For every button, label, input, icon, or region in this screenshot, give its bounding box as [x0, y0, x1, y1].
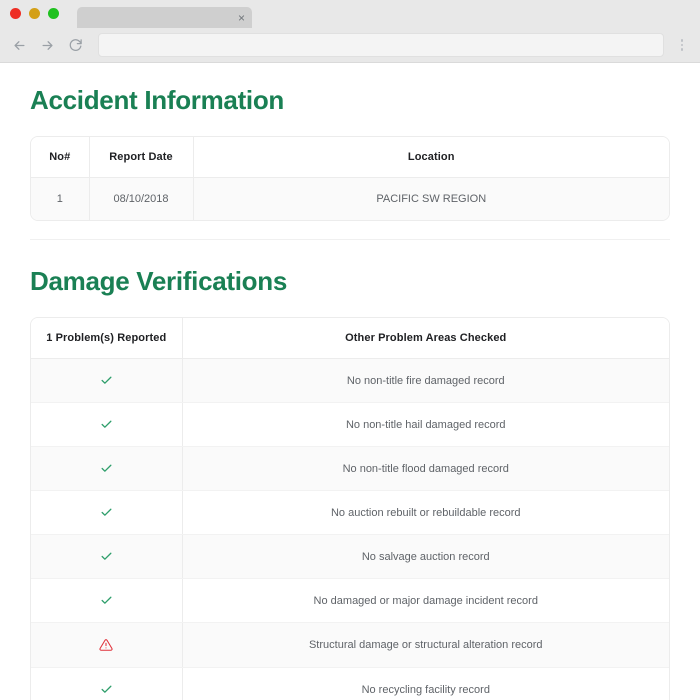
- forward-button[interactable]: [34, 32, 60, 58]
- minimize-window-button[interactable]: [29, 8, 40, 19]
- browser-menu-button[interactable]: [672, 32, 692, 58]
- cell-problem-area-text: No non-title flood damaged record: [182, 447, 669, 491]
- cell-status-ok: [31, 579, 182, 623]
- kebab-dot-icon: [681, 39, 684, 42]
- cell-status-ok: [31, 447, 182, 491]
- damage-verifications-title: Damage Verifications: [30, 266, 670, 297]
- accident-information-title: Accident Information: [30, 63, 670, 116]
- browser-tab[interactable]: ×: [77, 7, 252, 28]
- damage-table-wrapper: 1 Problem(s) Reported Other Problem Area…: [30, 317, 670, 700]
- cell-problem-area-text: No auction rebuilt or rebuildable record: [182, 491, 669, 535]
- check-icon: [100, 506, 113, 519]
- cell-problem-area-text: No damaged or major damage incident reco…: [182, 579, 669, 623]
- report-page: Accident Information No# Report Date Loc…: [0, 63, 700, 700]
- cell-status-ok: [31, 668, 182, 700]
- table-row: No recycling facility record: [31, 668, 669, 700]
- back-arrow-icon: [12, 38, 27, 53]
- column-header-report-date: Report Date: [89, 137, 193, 178]
- check-icon: [100, 418, 113, 431]
- cell-location: PACIFIC SW REGION: [193, 178, 669, 221]
- table-row: No non-title fire damaged record: [31, 359, 669, 403]
- back-button[interactable]: [6, 32, 32, 58]
- cell-status-ok: [31, 359, 182, 403]
- cell-problem-area-text: No non-title fire damaged record: [182, 359, 669, 403]
- table-row: No salvage auction record: [31, 535, 669, 579]
- forward-arrow-icon: [40, 38, 55, 53]
- check-icon: [100, 462, 113, 475]
- reload-button[interactable]: [62, 32, 88, 58]
- accident-information-table: No# Report Date Location 1 08/10/2018 PA…: [31, 137, 669, 220]
- close-tab-icon[interactable]: ×: [238, 12, 245, 24]
- browser-chrome: ×: [0, 0, 700, 63]
- cell-status-warning: [31, 623, 182, 668]
- cell-status-ok: [31, 403, 182, 447]
- table-row: No non-title flood damaged record: [31, 447, 669, 491]
- table-row: No auction rebuilt or rebuildable record: [31, 491, 669, 535]
- check-icon: [100, 550, 113, 563]
- check-icon: [100, 683, 113, 696]
- check-icon: [100, 594, 113, 607]
- table-header-row: No# Report Date Location: [31, 137, 669, 178]
- close-window-button[interactable]: [10, 8, 21, 19]
- check-icon: [100, 374, 113, 387]
- table-header-row: 1 Problem(s) Reported Other Problem Area…: [31, 318, 669, 359]
- table-row: Structural damage or structural alterati…: [31, 623, 669, 668]
- warning-triangle-icon: [99, 638, 113, 652]
- address-bar[interactable]: [98, 33, 664, 57]
- table-row: No damaged or major damage incident reco…: [31, 579, 669, 623]
- kebab-dot-icon: [681, 44, 684, 47]
- damage-verifications-table: 1 Problem(s) Reported Other Problem Area…: [31, 318, 669, 700]
- cell-problem-area-text: No recycling facility record: [182, 668, 669, 700]
- window-controls: [10, 0, 59, 28]
- column-header-no: No#: [31, 137, 89, 178]
- column-header-other-problem-areas: Other Problem Areas Checked: [182, 318, 669, 359]
- cell-problem-area-text: No non-title hail damaged record: [182, 403, 669, 447]
- damage-table-body: No non-title fire damaged recordNo non-t…: [31, 359, 669, 700]
- maximize-window-button[interactable]: [48, 8, 59, 19]
- accident-table-card: No# Report Date Location 1 08/10/2018 PA…: [30, 136, 670, 221]
- table-row: 1 08/10/2018 PACIFIC SW REGION: [31, 178, 669, 221]
- damage-table-card: 1 Problem(s) Reported Other Problem Area…: [30, 317, 670, 700]
- column-header-problems-reported: 1 Problem(s) Reported: [31, 318, 182, 359]
- cell-report-date: 08/10/2018: [89, 178, 193, 221]
- cell-problem-area-text: No salvage auction record: [182, 535, 669, 579]
- cell-problem-area-text: Structural damage or structural alterati…: [182, 623, 669, 668]
- column-header-location: Location: [193, 137, 669, 178]
- table-row: No non-title hail damaged record: [31, 403, 669, 447]
- browser-tabstrip: ×: [0, 0, 700, 28]
- cell-no: 1: [31, 178, 89, 221]
- kebab-dot-icon: [681, 48, 684, 51]
- accident-table-wrapper: No# Report Date Location 1 08/10/2018 PA…: [30, 136, 670, 221]
- cell-status-ok: [31, 491, 182, 535]
- reload-icon: [68, 38, 83, 53]
- browser-toolbar: [0, 28, 700, 62]
- cell-status-ok: [31, 535, 182, 579]
